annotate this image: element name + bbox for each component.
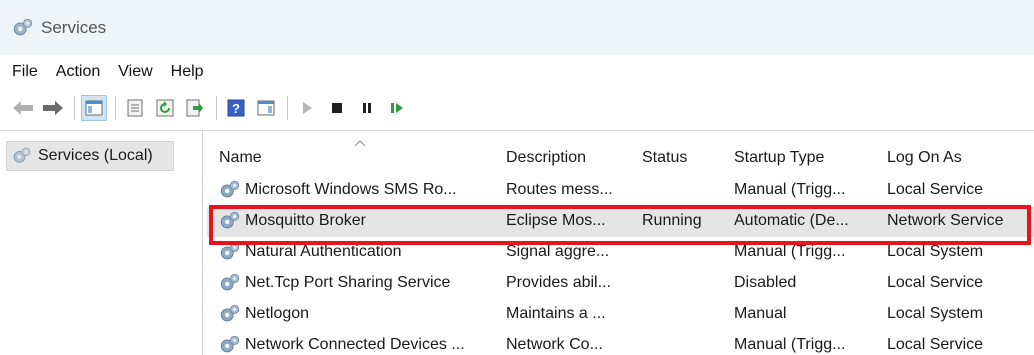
service-description: Signal aggre... [506, 243, 610, 260]
service-description: Provides abil... [506, 274, 611, 291]
service-status: Running [642, 212, 702, 229]
refresh-icon [156, 99, 174, 117]
table-row[interactable]: Netlogon Maintains a ... Manual Local Sy… [207, 300, 1034, 330]
pause-service-icon [363, 103, 371, 113]
forward-arrow-icon [43, 101, 63, 115]
service-gear-icon [220, 335, 240, 353]
window-title: Services [41, 17, 107, 37]
service-log-on-as: Local Service [887, 181, 984, 198]
menu-bar: File Action View Help [0, 56, 1034, 88]
service-name: Mosquitto Broker [245, 212, 366, 229]
tree-node-label: Services (Local) [38, 147, 153, 164]
service-startup-type: Disabled [734, 274, 797, 291]
help-icon: ? [227, 99, 245, 117]
title-bar: Services [0, 0, 1034, 55]
back-button[interactable] [10, 95, 36, 121]
service-name: Natural Authentication [245, 243, 402, 260]
service-description: Eclipse Mos... [506, 212, 606, 229]
service-startup-type: Manual (Trigg... [734, 181, 846, 198]
service-description: Maintains a ... [506, 305, 606, 322]
service-name: Network Connected Devices ... [245, 336, 465, 353]
toolbar-separator [115, 96, 116, 120]
table-row[interactable]: Net.Tcp Port Sharing Service Provides ab… [207, 269, 1034, 299]
service-gear-icon [220, 211, 240, 229]
service-gear-icon [220, 242, 240, 260]
service-startup-type: Manual (Trigg... [734, 336, 846, 353]
service-name: Netlogon [245, 305, 310, 322]
export-list-button[interactable] [182, 95, 208, 121]
tree-node-services-local[interactable]: Services (Local) [6, 141, 174, 171]
services-gear-icon [13, 147, 31, 163]
service-log-on-as: Local Service [887, 336, 984, 353]
column-header-name[interactable]: Name [219, 149, 262, 167]
pause-service-button[interactable] [354, 95, 380, 121]
service-name: Microsoft Windows SMS Ro... [245, 181, 457, 198]
resume-service-icon [391, 103, 403, 113]
service-log-on-as: Local System [887, 243, 984, 260]
services-gear-icon [13, 18, 33, 35]
menu-action[interactable]: Action [47, 56, 109, 88]
service-description: Routes mess... [506, 181, 613, 198]
column-header-startup-type[interactable]: Startup Type [734, 149, 824, 167]
show-hide-console-tree-icon [85, 100, 103, 116]
menu-help[interactable]: Help [162, 56, 213, 88]
toolbar: ? [0, 90, 1034, 126]
column-header-description[interactable]: Description [506, 149, 586, 167]
service-name: Net.Tcp Port Sharing Service [245, 274, 451, 291]
service-startup-type: Manual (Trigg... [734, 243, 846, 260]
column-header-log-on-as[interactable]: Log On As [887, 149, 962, 167]
properties-icon [127, 99, 143, 117]
table-row[interactable]: Natural Authentication Signal aggre... M… [207, 238, 1034, 268]
sort-ascending-icon [354, 140, 366, 147]
stop-service-icon [332, 103, 342, 113]
service-log-on-as: Local Service [887, 274, 984, 291]
show-hide-action-pane-icon [257, 100, 275, 116]
refresh-button[interactable] [152, 95, 178, 121]
back-arrow-icon [13, 101, 33, 115]
resume-service-button[interactable] [384, 95, 410, 121]
service-gear-icon [220, 273, 240, 291]
stop-service-button[interactable] [324, 95, 350, 121]
table-row[interactable]: Network Connected Devices ... Network Co… [207, 331, 1034, 355]
show-hide-console-tree-button[interactable] [81, 95, 107, 121]
table-row[interactable]: Mosquitto Broker Eclipse Mos... Running … [207, 207, 1034, 237]
service-description: Network Co... [506, 336, 603, 353]
toolbar-separator [74, 96, 75, 120]
show-hide-action-pane-button[interactable] [253, 95, 279, 121]
svg-text:?: ? [232, 101, 240, 116]
properties-button[interactable] [122, 95, 148, 121]
start-service-icon [303, 102, 312, 114]
service-gear-icon [220, 180, 240, 198]
column-header-status[interactable]: Status [642, 149, 687, 167]
menu-view[interactable]: View [109, 56, 161, 88]
service-log-on-as: Network Service [887, 212, 1004, 229]
service-startup-type: Automatic (De... [734, 212, 849, 229]
console-tree: Services (Local) [0, 131, 203, 355]
forward-button[interactable] [40, 95, 66, 121]
menu-file[interactable]: File [0, 56, 47, 88]
service-log-on-as: Local System [887, 305, 984, 322]
service-startup-type: Manual [734, 305, 787, 322]
toolbar-separator [216, 96, 217, 120]
service-gear-icon [220, 304, 240, 322]
toolbar-separator [287, 96, 288, 120]
services-list: Name Description Status Startup Type Log… [207, 131, 1034, 355]
start-service-button[interactable] [294, 95, 320, 121]
help-button[interactable]: ? [223, 95, 249, 121]
table-row[interactable]: Microsoft Windows SMS Ro... Routes mess.… [207, 176, 1034, 206]
export-list-icon [186, 99, 203, 117]
